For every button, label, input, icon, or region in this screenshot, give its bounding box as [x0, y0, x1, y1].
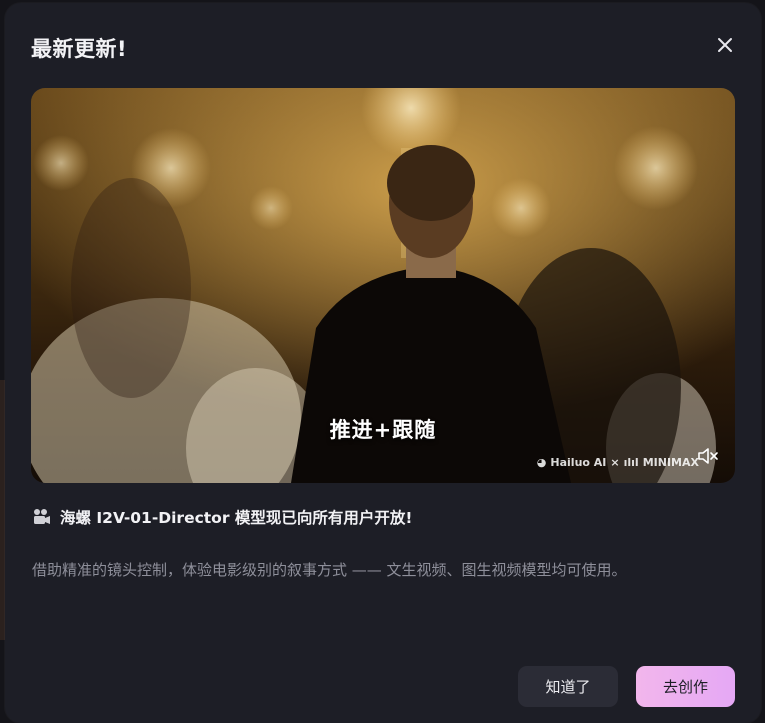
hailuo-logo-icon: ◕	[536, 456, 547, 469]
video-caption: 推进+跟随	[329, 418, 437, 442]
watermark-brand: Hailuo AI	[550, 456, 607, 469]
announcement-headline: 海螺 I2V-01-Director 模型现已向所有用户开放!	[32, 506, 412, 528]
watermark: ◕ Hailuo AI × ılıl MINIMAX	[537, 456, 699, 469]
create-button[interactable]: 去创作	[636, 666, 735, 707]
dismiss-button[interactable]: 知道了	[518, 666, 618, 707]
movie-camera-icon	[34, 509, 50, 524]
preview-video[interactable]: 推进+跟随 ◕ Hailuo AI × ılıl MINIMAX	[31, 88, 735, 483]
update-dialog: 最新更新! 推进+跟随 ◕ Hailuo AI × ılıl MINIMAX 海…	[5, 3, 761, 723]
speaker-muted-icon	[698, 448, 718, 464]
mute-toggle-button[interactable]	[697, 447, 719, 465]
headline-text: 海螺 I2V-01-Director 模型现已向所有用户开放!	[60, 509, 413, 527]
watermark-partner: MINIMAX	[642, 456, 699, 469]
close-icon	[718, 38, 732, 52]
announcement-description: 借助精准的镜头控制，体验电影级别的叙事方式 —— 文生视频、图生视频模型均可使用…	[32, 561, 627, 579]
watermark-separator: ×	[610, 456, 620, 469]
minimax-logo-icon: ılıl	[623, 456, 639, 469]
dialog-title: 最新更新!	[31, 37, 128, 61]
close-button[interactable]	[711, 31, 739, 59]
